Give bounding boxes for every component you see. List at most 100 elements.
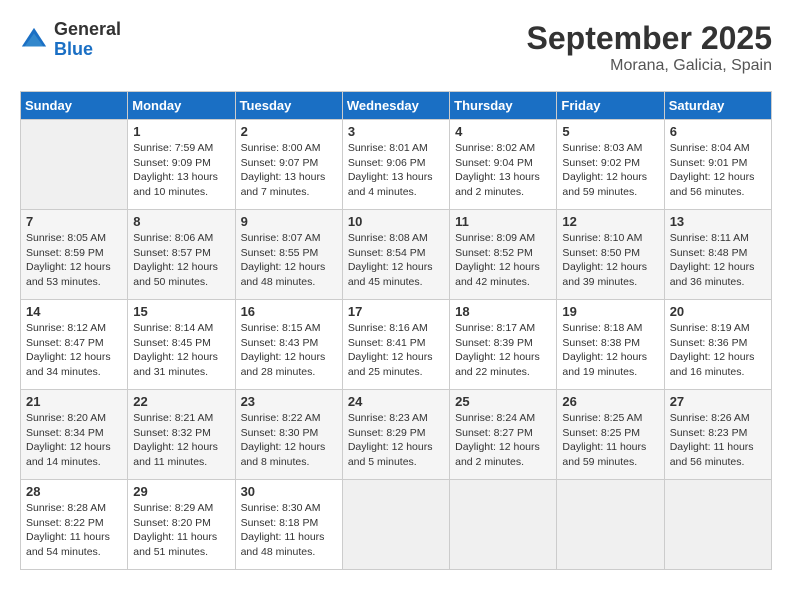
day-info: Sunrise: 8:05 AMSunset: 8:59 PMDaylight:… <box>26 231 122 290</box>
day-info: Sunrise: 8:20 AMSunset: 8:34 PMDaylight:… <box>26 411 122 470</box>
week-row-3: 14 Sunrise: 8:12 AMSunset: 8:47 PMDayligh… <box>21 300 772 390</box>
day-cell: 23 Sunrise: 8:22 AMSunset: 8:30 PMDayligh… <box>235 390 342 480</box>
day-number: 1 <box>133 124 229 139</box>
day-info: Sunrise: 8:24 AMSunset: 8:27 PMDaylight:… <box>455 411 551 470</box>
day-cell: 4Sunrise: 8:02 AMSunset: 9:04 PMDaylight… <box>450 120 557 210</box>
day-info: Sunrise: 8:03 AMSunset: 9:02 PMDaylight:… <box>562 141 658 200</box>
day-number: 21 <box>26 394 122 409</box>
day-cell <box>450 480 557 570</box>
day-cell: 26Sunrise: 8:25 AMSunset: 8:25 PMDayligh… <box>557 390 664 480</box>
day-cell: 3Sunrise: 8:01 AMSunset: 9:06 PMDaylight… <box>342 120 449 210</box>
day-number: 30 <box>241 484 337 499</box>
day-info: Sunrise: 8:19 AMSunset: 8:36 PMDaylight:… <box>670 321 766 380</box>
day-number: 5 <box>562 124 658 139</box>
day-info: Sunrise: 8:07 AMSunset: 8:55 PMDaylight:… <box>241 231 337 290</box>
week-row-5: 28 Sunrise: 8:28 AMSunset: 8:22 PMDayligh… <box>21 480 772 570</box>
day-number: 25 <box>455 394 551 409</box>
day-info: Sunrise: 8:29 AMSunset: 8:20 PMDaylight:… <box>133 501 229 560</box>
day-cell: 6 Sunrise: 8:04 AMSunset: 9:01 PMDaylight… <box>664 120 771 210</box>
logo: General Blue <box>20 20 121 60</box>
logo-general: General <box>54 19 121 39</box>
day-number: 28 <box>26 484 122 499</box>
day-cell: 25 Sunrise: 8:24 AMSunset: 8:27 PMDayligh… <box>450 390 557 480</box>
day-info: Sunrise: 8:09 AMSunset: 8:52 PMDaylight:… <box>455 231 551 290</box>
day-number: 11 <box>455 214 551 229</box>
day-number: 16 <box>241 304 337 319</box>
day-cell: 20 Sunrise: 8:19 AMSunset: 8:36 PMDayligh… <box>664 300 771 390</box>
calendar-table: Sunday Monday Tuesday Wednesday Thursday… <box>20 91 772 570</box>
day-info: Sunrise: 8:30 AMSunset: 8:18 PMDaylight:… <box>241 501 337 560</box>
day-number: 3 <box>348 124 444 139</box>
day-number: 2 <box>241 124 337 139</box>
day-info: Sunrise: 8:17 AMSunset: 8:39 PMDaylight:… <box>455 321 551 380</box>
day-number: 18 <box>455 304 551 319</box>
day-number: 27 <box>670 394 766 409</box>
day-cell <box>557 480 664 570</box>
day-info: Sunrise: 8:28 AMSunset: 8:22 PMDaylight:… <box>26 501 122 560</box>
day-info: Sunrise: 8:22 AMSunset: 8:30 PMDaylight:… <box>241 411 337 470</box>
day-info: Sunrise: 8:04 AMSunset: 9:01 PMDaylight:… <box>670 141 766 200</box>
week-row-4: 21 Sunrise: 8:20 AMSunset: 8:34 PMDayligh… <box>21 390 772 480</box>
day-cell: 24 Sunrise: 8:23 AMSunset: 8:29 PMDayligh… <box>342 390 449 480</box>
day-info: Sunrise: 8:12 AMSunset: 8:47 PMDaylight:… <box>26 321 122 380</box>
day-cell: 12 Sunrise: 8:10 AMSunset: 8:50 PMDayligh… <box>557 210 664 300</box>
day-cell: 15Sunrise: 8:14 AMSunset: 8:45 PMDayligh… <box>128 300 235 390</box>
day-cell: 9 Sunrise: 8:07 AMSunset: 8:55 PMDaylight… <box>235 210 342 300</box>
day-cell: 22 Sunrise: 8:21 AMSunset: 8:32 PMDayligh… <box>128 390 235 480</box>
day-number: 7 <box>26 214 122 229</box>
day-number: 8 <box>133 214 229 229</box>
month-year: September 2025 <box>527 20 772 57</box>
logo-icon <box>20 26 48 54</box>
week-row-2: 7 Sunrise: 8:05 AMSunset: 8:59 PMDaylight… <box>21 210 772 300</box>
day-number: 6 <box>670 124 766 139</box>
day-number: 10 <box>348 214 444 229</box>
day-cell: 11 Sunrise: 8:09 AMSunset: 8:52 PMDayligh… <box>450 210 557 300</box>
day-cell: 8 Sunrise: 8:06 AMSunset: 8:57 PMDaylight… <box>128 210 235 300</box>
day-number: 12 <box>562 214 658 229</box>
day-info: Sunrise: 7:59 AMSunset: 9:09 PMDaylight:… <box>133 141 229 200</box>
day-cell: 16Sunrise: 8:15 AMSunset: 8:43 PMDayligh… <box>235 300 342 390</box>
logo-text: General Blue <box>54 20 121 60</box>
day-info: Sunrise: 8:21 AMSunset: 8:32 PMDaylight:… <box>133 411 229 470</box>
day-info: Sunrise: 8:06 AMSunset: 8:57 PMDaylight:… <box>133 231 229 290</box>
day-info: Sunrise: 8:26 AMSunset: 8:23 PMDaylight:… <box>670 411 766 470</box>
day-cell: 2 Sunrise: 8:00 AMSunset: 9:07 PMDaylight… <box>235 120 342 210</box>
day-cell: 19 Sunrise: 8:18 AMSunset: 8:38 PMDayligh… <box>557 300 664 390</box>
header-monday: Monday <box>128 92 235 120</box>
day-info: Sunrise: 8:25 AMSunset: 8:25 PMDaylight:… <box>562 411 658 470</box>
day-cell: 30 Sunrise: 8:30 AMSunset: 8:18 PMDayligh… <box>235 480 342 570</box>
header-thursday: Thursday <box>450 92 557 120</box>
header-saturday: Saturday <box>664 92 771 120</box>
day-number: 23 <box>241 394 337 409</box>
day-info: Sunrise: 8:16 AMSunset: 8:41 PMDaylight:… <box>348 321 444 380</box>
day-info: Sunrise: 8:08 AMSunset: 8:54 PMDaylight:… <box>348 231 444 290</box>
header-wednesday: Wednesday <box>342 92 449 120</box>
day-number: 9 <box>241 214 337 229</box>
day-number: 22 <box>133 394 229 409</box>
day-cell <box>21 120 128 210</box>
day-info: Sunrise: 8:23 AMSunset: 8:29 PMDaylight:… <box>348 411 444 470</box>
day-cell: 18 Sunrise: 8:17 AMSunset: 8:39 PMDayligh… <box>450 300 557 390</box>
day-info: Sunrise: 8:02 AMSunset: 9:04 PMDaylight:… <box>455 141 551 200</box>
day-cell <box>664 480 771 570</box>
day-number: 17 <box>348 304 444 319</box>
day-cell: 7 Sunrise: 8:05 AMSunset: 8:59 PMDaylight… <box>21 210 128 300</box>
week-row-1: 1 Sunrise: 7:59 AMSunset: 9:09 PMDaylight… <box>21 120 772 210</box>
page-header: General Blue September 2025 Morana, Gali… <box>20 20 772 75</box>
day-number: 20 <box>670 304 766 319</box>
day-info: Sunrise: 8:00 AMSunset: 9:07 PMDaylight:… <box>241 141 337 200</box>
day-cell: 5 Sunrise: 8:03 AMSunset: 9:02 PMDaylight… <box>557 120 664 210</box>
day-info: Sunrise: 8:11 AMSunset: 8:48 PMDaylight:… <box>670 231 766 290</box>
day-cell: 17 Sunrise: 8:16 AMSunset: 8:41 PMDayligh… <box>342 300 449 390</box>
day-number: 13 <box>670 214 766 229</box>
day-number: 19 <box>562 304 658 319</box>
day-number: 14 <box>26 304 122 319</box>
day-number: 24 <box>348 394 444 409</box>
day-number: 15 <box>133 304 229 319</box>
header-tuesday: Tuesday <box>235 92 342 120</box>
location: Morana, Galicia, Spain <box>527 57 772 75</box>
day-info: Sunrise: 8:10 AMSunset: 8:50 PMDaylight:… <box>562 231 658 290</box>
day-cell: 1 Sunrise: 7:59 AMSunset: 9:09 PMDaylight… <box>128 120 235 210</box>
day-info: Sunrise: 8:18 AMSunset: 8:38 PMDaylight:… <box>562 321 658 380</box>
header-sunday: Sunday <box>21 92 128 120</box>
